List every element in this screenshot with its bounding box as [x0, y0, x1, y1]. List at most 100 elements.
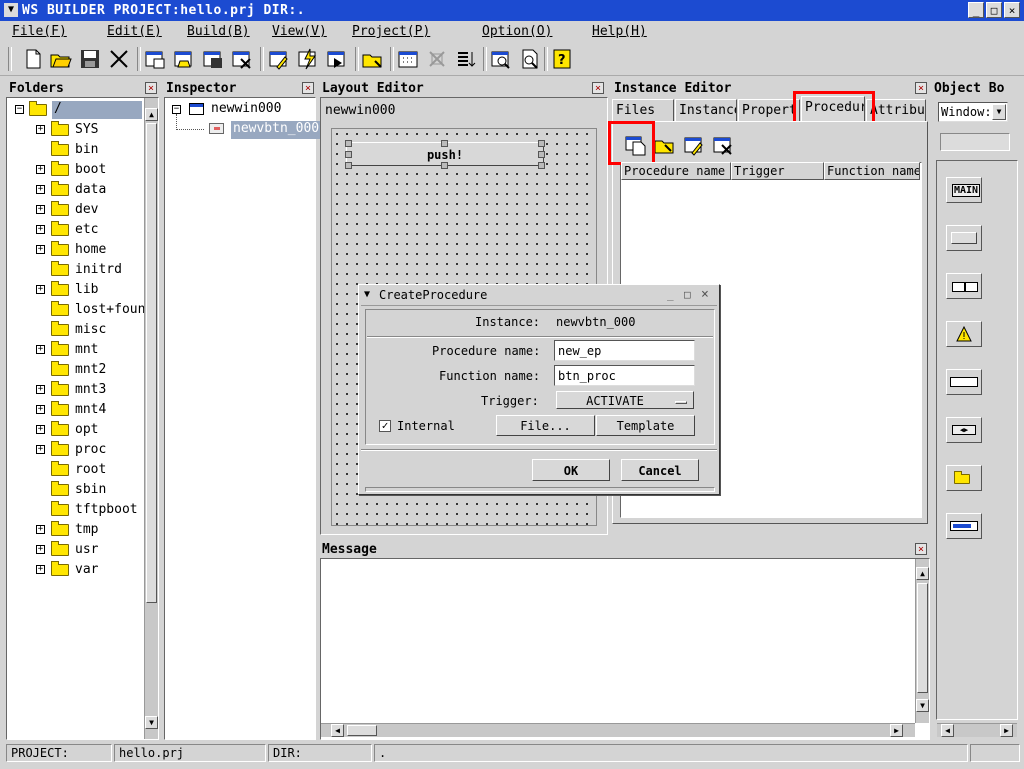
instance-editor-close-icon[interactable]: ×: [915, 82, 927, 94]
open-folder-icon[interactable]: [49, 47, 73, 71]
expand-icon[interactable]: +: [36, 385, 45, 394]
open-procedure-icon[interactable]: [653, 133, 677, 157]
folder-row[interactable]: + usr: [7, 540, 144, 560]
build-icon[interactable]: [296, 47, 320, 71]
function-name-input[interactable]: [554, 365, 695, 386]
message-vscroll[interactable]: ▲ ▼: [915, 559, 929, 723]
trigger-select[interactable]: ACTIVATE: [556, 391, 694, 409]
folder-root-row[interactable]: − /: [7, 100, 144, 120]
folders-close-icon[interactable]: ×: [145, 82, 157, 94]
expand-icon[interactable]: +: [36, 125, 45, 134]
scroll-left-icon[interactable]: ◀: [331, 724, 344, 737]
object-box-scrollbar[interactable]: ◀ ▶: [937, 723, 1017, 737]
folder-row[interactable]: + lib: [7, 280, 144, 300]
open-window-icon[interactable]: [172, 47, 196, 71]
layout-editor-close-icon[interactable]: ×: [592, 82, 604, 94]
inspector-close-icon[interactable]: ×: [302, 82, 314, 94]
minimize-icon[interactable]: _: [667, 288, 674, 301]
edit-procedure-icon[interactable]: [682, 133, 706, 157]
tab-instance[interactable]: Instance: [675, 99, 737, 121]
cut-icon[interactable]: [107, 47, 131, 71]
folder-row[interactable]: + data: [7, 180, 144, 200]
menu-edit[interactable]: Edit(E): [107, 24, 162, 39]
push-button-tool[interactable]: [946, 225, 982, 251]
folder-row[interactable]: root: [7, 460, 144, 480]
tab-attributes[interactable]: Attribut: [866, 99, 926, 121]
project-folder-icon[interactable]: [361, 47, 385, 71]
grid-icon[interactable]: [396, 47, 420, 71]
expand-icon[interactable]: +: [36, 545, 45, 554]
maximize-icon[interactable]: □: [986, 2, 1002, 18]
scroll-down-icon[interactable]: ▼: [145, 716, 158, 729]
edit-window-icon[interactable]: [267, 47, 291, 71]
inspector-root-label[interactable]: newwin000: [211, 101, 281, 116]
chevron-down-icon[interactable]: ▼: [364, 289, 370, 300]
column-procedure-name[interactable]: Procedure name: [621, 162, 731, 180]
column-trigger[interactable]: Trigger: [731, 162, 824, 180]
expand-icon[interactable]: +: [36, 285, 45, 294]
expand-icon[interactable]: +: [36, 345, 45, 354]
folder-row[interactable]: + home: [7, 240, 144, 260]
folder-row[interactable]: + mnt3: [7, 380, 144, 400]
window-menu-icon[interactable]: ▼: [4, 3, 18, 17]
dialog-buttons-tool[interactable]: [946, 273, 982, 299]
scroll-down-icon[interactable]: ▼: [916, 699, 929, 712]
zoom-window-icon[interactable]: [489, 47, 513, 71]
folder-row[interactable]: sbin: [7, 480, 144, 500]
cancel-button[interactable]: Cancel: [621, 459, 699, 481]
close-icon[interactable]: ×: [1004, 2, 1020, 18]
expand-icon[interactable]: +: [36, 225, 45, 234]
new-window-icon[interactable]: [143, 47, 167, 71]
tab-properties[interactable]: Propert: [738, 99, 800, 121]
folder-row[interactable]: + boot: [7, 160, 144, 180]
ok-button[interactable]: OK: [532, 459, 610, 481]
scroll-thumb[interactable]: [347, 725, 377, 736]
folder-row[interactable]: + opt: [7, 420, 144, 440]
text-field-tool[interactable]: [946, 369, 982, 395]
chevron-down-icon[interactable]: ▼: [992, 104, 1006, 120]
file-button[interactable]: File...: [496, 415, 595, 436]
main-window-tool[interactable]: MAIN: [946, 177, 982, 203]
collapse-icon[interactable]: −: [15, 105, 24, 114]
delete-procedure-icon[interactable]: [711, 133, 735, 157]
message-hscroll[interactable]: ◀ ▶: [321, 723, 915, 737]
expand-icon[interactable]: +: [36, 425, 45, 434]
expand-icon[interactable]: +: [36, 185, 45, 194]
inspector-child-label[interactable]: newvbtn_000: [231, 121, 322, 139]
folder-row[interactable]: bin: [7, 140, 144, 160]
new-file-icon[interactable]: [21, 47, 45, 71]
message-close-icon[interactable]: ×: [915, 543, 927, 555]
scroll-right-icon[interactable]: ▶: [1000, 724, 1013, 737]
help-icon[interactable]: ?: [550, 47, 574, 71]
folders-scrollbar[interactable]: ▲ ▼: [144, 98, 158, 739]
run-icon[interactable]: [325, 47, 349, 71]
folder-row[interactable]: + proc: [7, 440, 144, 460]
internal-checkbox[interactable]: ✓: [379, 420, 391, 432]
minimize-icon[interactable]: _: [968, 2, 984, 18]
folder-row[interactable]: + SYS: [7, 120, 144, 140]
close-icon[interactable]: ×: [701, 287, 709, 302]
column-function-name[interactable]: Function name: [824, 162, 920, 180]
warning-tool[interactable]: [946, 321, 982, 347]
scroll-thumb[interactable]: [917, 583, 928, 693]
maximize-icon[interactable]: □: [684, 288, 691, 301]
expand-icon[interactable]: +: [36, 245, 45, 254]
folder-row[interactable]: + mnt: [7, 340, 144, 360]
object-box-selector[interactable]: Window: ▼: [938, 102, 1008, 122]
folder-row[interactable]: + etc: [7, 220, 144, 240]
folder-row[interactable]: + var: [7, 560, 144, 580]
scroll-up-icon[interactable]: ▲: [916, 567, 929, 580]
delete-window-icon[interactable]: [230, 47, 254, 71]
menu-build[interactable]: Build(B): [187, 24, 250, 39]
expand-icon[interactable]: +: [36, 165, 45, 174]
expand-icon[interactable]: +: [36, 405, 45, 414]
folder-row[interactable]: lost+found: [7, 300, 153, 320]
template-button[interactable]: Template: [596, 415, 695, 436]
menu-help[interactable]: Help(H): [592, 24, 647, 39]
scroll-tool[interactable]: ◀▶: [946, 417, 982, 443]
folder-row[interactable]: tftpboot: [7, 500, 144, 520]
folder-row[interactable]: misc: [7, 320, 144, 340]
scroll-right-icon[interactable]: ▶: [890, 724, 903, 737]
align-icon[interactable]: [425, 47, 449, 71]
scroll-left-icon[interactable]: ◀: [941, 724, 954, 737]
